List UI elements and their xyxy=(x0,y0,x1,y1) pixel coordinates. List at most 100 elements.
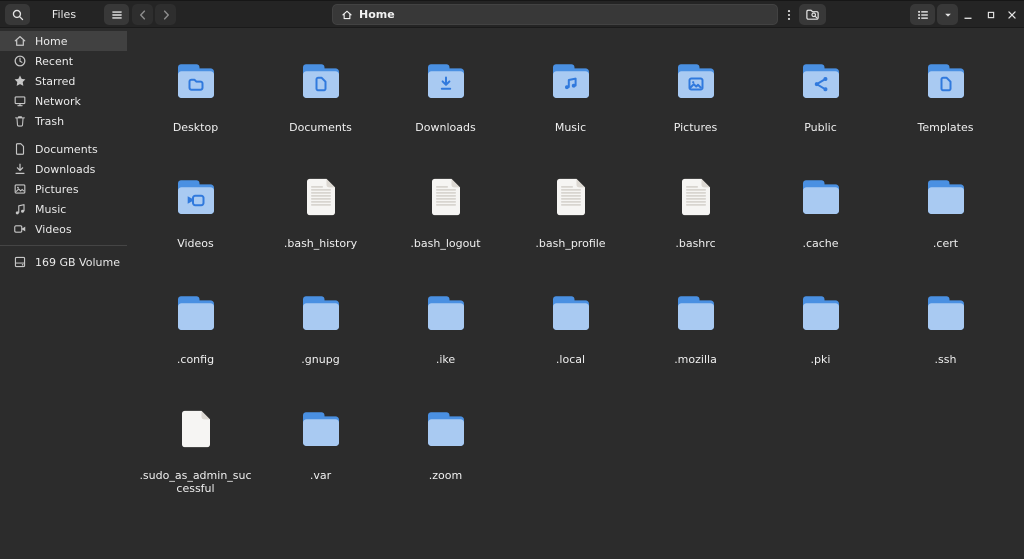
video-icon xyxy=(13,222,27,236)
network-icon xyxy=(13,94,27,108)
file-item[interactable]: .config xyxy=(133,289,258,405)
sidebar-item-network[interactable]: Network xyxy=(0,91,127,111)
folder-icon xyxy=(797,173,845,221)
titlebar: Files Home xyxy=(0,0,1024,28)
path-bar[interactable]: Home xyxy=(332,4,778,25)
file-item[interactable]: Documents xyxy=(258,57,383,173)
folder-icon xyxy=(422,57,470,105)
folder-icon xyxy=(172,57,220,105)
file-item[interactable]: Music xyxy=(508,57,633,173)
sidebar-item-label: Recent xyxy=(35,54,74,68)
file-item[interactable]: Pictures xyxy=(633,57,758,173)
star-icon xyxy=(13,74,27,88)
sidebar-item-starred[interactable]: Starred xyxy=(0,71,127,91)
sidebar-item-label: Documents xyxy=(35,142,98,156)
file-label: .zoom xyxy=(428,469,463,482)
sidebar-item-home[interactable]: Home xyxy=(0,31,127,51)
back-button[interactable] xyxy=(132,4,153,25)
folder-icon xyxy=(922,173,970,221)
file-item[interactable]: .zoom xyxy=(383,405,508,521)
file-label: .gnupg xyxy=(301,353,340,366)
file-label: Music xyxy=(554,121,587,134)
sidebar-item-music[interactable]: Music xyxy=(0,199,127,219)
picture-icon xyxy=(13,182,27,196)
file-label: Videos xyxy=(177,237,214,250)
download-icon xyxy=(13,162,27,176)
file-item[interactable]: .ssh xyxy=(883,289,1008,405)
file-item[interactable]: Videos xyxy=(133,173,258,289)
folder-icon xyxy=(422,289,470,337)
close-button[interactable] xyxy=(1003,4,1021,25)
file-item[interactable]: .pki xyxy=(758,289,883,405)
file-label: Desktop xyxy=(172,121,219,134)
file-label: .sudo_as_admin_successful xyxy=(139,469,252,495)
sidebar-item-label: Music xyxy=(35,202,67,216)
folder-icon xyxy=(297,405,345,453)
file-item[interactable]: .sudo_as_admin_successful xyxy=(133,405,258,521)
file-icon xyxy=(297,173,345,221)
file-label: .bashrc xyxy=(675,237,716,250)
main-menu-button[interactable] xyxy=(104,4,129,25)
file-label: .pki xyxy=(810,353,831,366)
sidebar-item-pictures[interactable]: Pictures xyxy=(0,179,127,199)
file-item[interactable]: .local xyxy=(508,289,633,405)
sidebar-item-videos[interactable]: Videos xyxy=(0,219,127,239)
file-label: .ssh xyxy=(934,353,957,366)
file-label: .ike xyxy=(435,353,456,366)
file-item[interactable]: .bash_history xyxy=(258,173,383,289)
file-item[interactable]: Downloads xyxy=(383,57,508,173)
file-item[interactable]: .bashrc xyxy=(633,173,758,289)
maximize-button[interactable] xyxy=(982,4,1000,25)
file-item[interactable]: .ike xyxy=(383,289,508,405)
list-view-toggle-button[interactable] xyxy=(910,4,935,25)
file-label: .cache xyxy=(802,237,839,250)
list-view-icon xyxy=(916,8,930,22)
sidebar-item-downloads[interactable]: Downloads xyxy=(0,159,127,179)
sidebar-item-volume[interactable]: 169 GB Volume xyxy=(0,252,127,272)
sidebar-item-documents[interactable]: Documents xyxy=(0,139,127,159)
sidebar-item-label: Home xyxy=(35,34,68,48)
search-icon xyxy=(11,8,25,22)
folder-icon xyxy=(672,289,720,337)
sidebar-item-recent[interactable]: Recent xyxy=(0,51,127,71)
file-item[interactable]: .cache xyxy=(758,173,883,289)
folder-icon xyxy=(297,57,345,105)
search-button[interactable] xyxy=(5,4,30,25)
sidebar-item-label: 169 GB Volume xyxy=(35,255,120,269)
file-label: Pictures xyxy=(673,121,718,134)
file-icon xyxy=(422,173,470,221)
sidebar-list: Home Recent Starred Network Trash Docume… xyxy=(0,31,127,239)
file-item[interactable]: .bash_logout xyxy=(383,173,508,289)
file-item[interactable]: .var xyxy=(258,405,383,521)
new-tab-search-button[interactable] xyxy=(799,4,826,25)
minimize-button[interactable] xyxy=(959,4,977,25)
file-label: .cert xyxy=(932,237,959,250)
file-icon xyxy=(672,173,720,221)
folder-icon xyxy=(172,289,220,337)
sidebar-item-trash[interactable]: Trash xyxy=(0,111,127,131)
folder-search-icon xyxy=(805,7,820,22)
maximize-icon xyxy=(984,8,998,22)
sidebar-item-label: Downloads xyxy=(35,162,96,176)
file-label: Downloads xyxy=(415,121,476,134)
file-item[interactable]: .gnupg xyxy=(258,289,383,405)
file-item[interactable]: Templates xyxy=(883,57,1008,173)
folder-icon xyxy=(797,57,845,105)
current-location: Home xyxy=(359,8,395,21)
music-icon xyxy=(13,202,27,216)
view-options-button[interactable] xyxy=(781,4,797,25)
forward-button[interactable] xyxy=(155,4,176,25)
view-sort-dropdown-button[interactable] xyxy=(937,4,958,25)
home-icon xyxy=(341,9,353,21)
sidebar-item-label: Starred xyxy=(35,74,76,88)
file-icon xyxy=(172,405,220,453)
file-item[interactable]: .cert xyxy=(883,173,1008,289)
file-item[interactable]: .bash_profile xyxy=(508,173,633,289)
file-item[interactable]: Desktop xyxy=(133,57,258,173)
folder-icon xyxy=(172,173,220,221)
sidebar: Home Recent Starred Network Trash Docume… xyxy=(0,28,127,559)
sidebar-item-label: Videos xyxy=(35,222,72,236)
file-label: .config xyxy=(176,353,215,366)
file-item[interactable]: .mozilla xyxy=(633,289,758,405)
file-item[interactable]: Public xyxy=(758,57,883,173)
